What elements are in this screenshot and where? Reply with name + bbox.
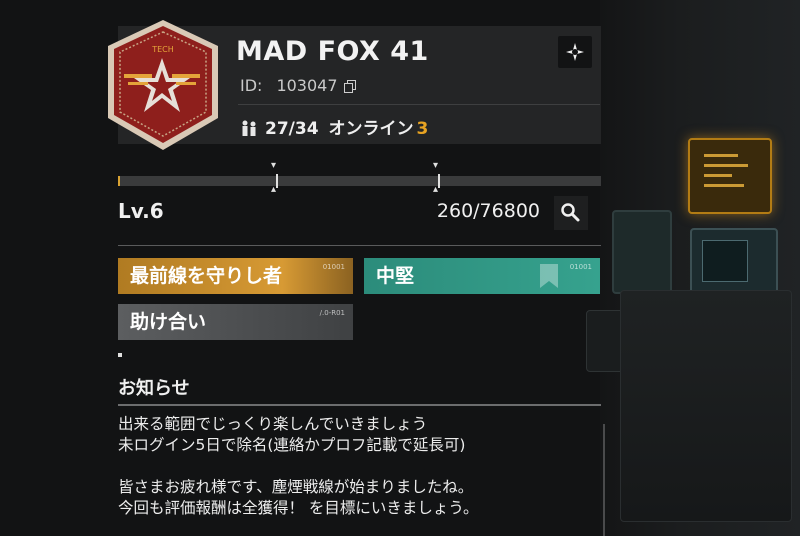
- clan-tag-frontline[interactable]: 最前線を守りし者 01001: [118, 258, 353, 294]
- xp-value: 260/76800: [436, 200, 540, 222]
- copy-icon[interactable]: [343, 80, 356, 93]
- divider: [238, 104, 600, 105]
- tag-code: /.0-R01: [319, 309, 345, 317]
- notice-line: 皆さまお疲れ様です、塵煙戦線が始まりましたね。: [118, 478, 474, 496]
- id-value: 103047: [276, 76, 338, 95]
- divider: [118, 245, 601, 246]
- member-count-row: 27/34 オンライン 3: [240, 114, 428, 139]
- section-dot: [118, 353, 122, 357]
- clan-id-row: ID: 103047: [240, 76, 356, 95]
- clan-tag-veteran[interactable]: 中堅 01001: [364, 258, 600, 294]
- online-label: オンライン: [328, 119, 414, 139]
- members-icon: [242, 120, 256, 136]
- notice-line: [118, 456, 479, 477]
- machine-part: [612, 210, 672, 294]
- tag-label: 助け合い: [130, 311, 207, 333]
- notice-line: 未ログイン5日で除名(連絡かプロフ記載で延長可): [118, 436, 466, 454]
- xp-marker: [433, 160, 440, 195]
- clan-level: Lv.6: [118, 199, 164, 223]
- notice-title: お知らせ: [118, 378, 190, 399]
- screen-panel: [690, 228, 778, 296]
- tag-label: 中堅: [376, 265, 415, 287]
- bookmark-icon: [540, 264, 558, 288]
- xp-marker: [271, 160, 278, 195]
- xp-progress-bar: [118, 160, 601, 195]
- clan-name: MAD FOX 41: [236, 36, 429, 67]
- notice-line: 今回も評価報酬は全獲得！ を目標にいきましょう。: [118, 499, 479, 517]
- emblem-text: TECH: [151, 45, 174, 54]
- monitor-panel: [688, 138, 772, 214]
- id-label: ID:: [240, 76, 263, 95]
- crosshair-icon: [566, 43, 584, 61]
- clan-emblem: TECH: [108, 20, 218, 150]
- member-count: 27/34: [265, 119, 319, 139]
- tag-code: 01001: [322, 263, 345, 271]
- machine-body: [620, 290, 792, 522]
- clan-tag-mutual-aid[interactable]: 助け合い /.0-R01: [118, 304, 353, 340]
- search-button[interactable]: [554, 196, 588, 230]
- notice-scrollbar[interactable]: [603, 424, 605, 536]
- xp-progress-fill: [118, 176, 120, 186]
- search-icon: [561, 203, 580, 222]
- online-count: 3: [416, 119, 429, 139]
- target-button[interactable]: [558, 36, 592, 68]
- notice-line: 出来る範囲でじっくり楽しんでいきましょう: [118, 415, 428, 433]
- divider: [118, 404, 601, 406]
- tag-label: 最前線を守りし者: [130, 265, 283, 287]
- tag-code: 01001: [569, 263, 592, 271]
- notice-body: 出来る範囲でじっくり楽しんでいきましょう 未ログイン5日で除名(連絡かプロフ記載…: [118, 414, 479, 519]
